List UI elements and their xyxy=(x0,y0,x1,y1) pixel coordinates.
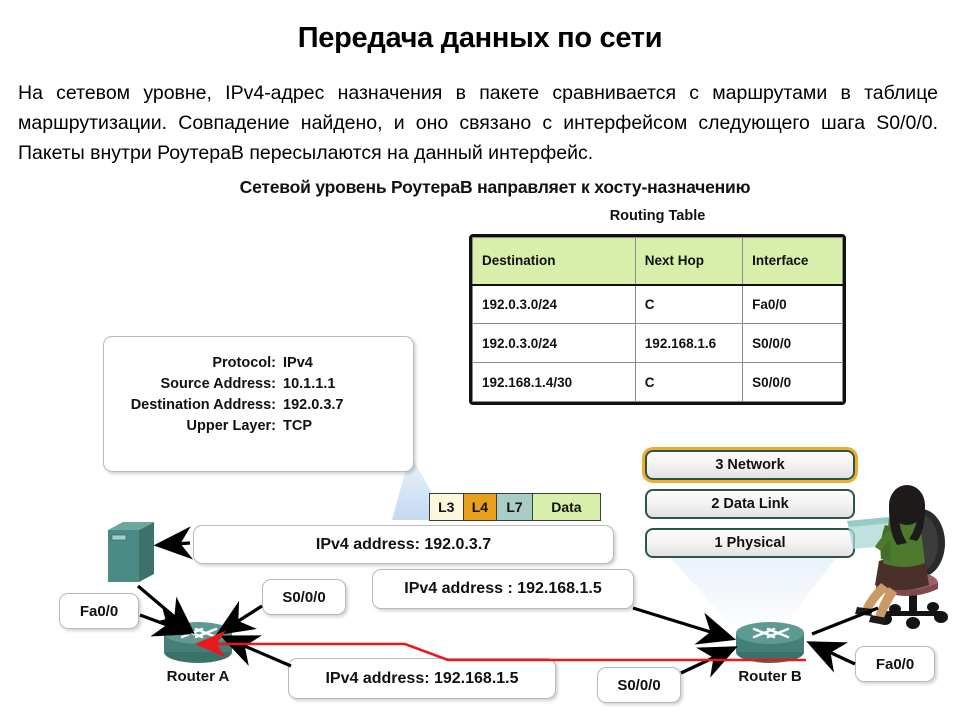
network-diagram: Сетевой уровень РоутераВ направляет к хо… xyxy=(0,168,960,720)
arrow-host-label-to-server xyxy=(153,526,194,560)
body-paragraph-text: На сетевом уровне, IPv4-адрес назначения… xyxy=(18,82,938,164)
arrow-s-left-to-routera xyxy=(215,600,263,636)
body-paragraph: На сетевом уровне, IPv4-адрес назначения… xyxy=(18,78,938,168)
arrow-layer xyxy=(136,526,879,678)
slide-root: Передача данных по сети На сетевом уровн… xyxy=(0,0,960,720)
arrow-routera-label-to-routera xyxy=(220,635,292,668)
arrow-fa-left-to-routera xyxy=(139,605,193,637)
arrow-routerb-label-to-routerb xyxy=(632,606,737,645)
arrow-person-to-routerb xyxy=(811,606,879,636)
page-title: Передача данных по сети xyxy=(297,22,663,54)
arrow-fa-right-to-routerb xyxy=(806,641,856,673)
